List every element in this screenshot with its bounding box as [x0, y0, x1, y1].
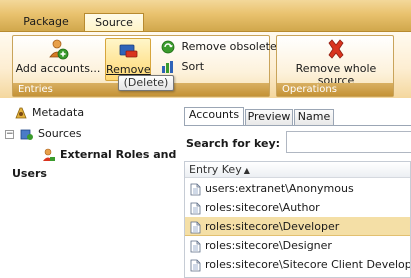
table-row[interactable]: roles:sitecore\Designer [185, 236, 410, 255]
tree-external-label-line1: External Roles and [60, 148, 177, 161]
sources-icon [20, 129, 33, 140]
add-accounts-button[interactable]: Add accounts... [15, 38, 101, 75]
search-label: Search for key: [186, 137, 281, 150]
table-row[interactable]: users:extranet\Anonymous [185, 179, 410, 198]
entry-key-cell: users:extranet\Anonymous [205, 182, 354, 195]
operations-group-caption: Operations [277, 83, 393, 96]
ribbon-panel: Add accounts... Remove Remove obsolete S… [0, 31, 411, 98]
metadata-icon [15, 107, 27, 119]
users-icon [43, 148, 55, 161]
tree-sources-label: Sources [38, 127, 82, 140]
add-user-icon [49, 39, 69, 60]
remove-user-icon [119, 44, 138, 58]
sort-icon [162, 61, 173, 73]
tab-name[interactable]: Name [294, 109, 334, 125]
sort-ascending-icon: ▲ [243, 166, 250, 175]
grid-rows: users:extranet\Anonymous roles:sitecore\A… [185, 179, 411, 274]
table-row[interactable]: roles:sitecore\Developer [185, 217, 410, 236]
remove-whole-source-button[interactable]: Remove whole source [281, 38, 391, 87]
tab-preview[interactable]: Preview [245, 109, 293, 125]
tree-metadata-label: Metadata [32, 106, 85, 119]
remove-tooltip: (Delete) [118, 75, 174, 91]
sources-collapse-toggle[interactable]: − [5, 130, 14, 139]
tree-item-sources[interactable]: Sources [20, 127, 82, 141]
document-icon [190, 259, 201, 271]
red-x-icon [328, 39, 344, 59]
sort-button[interactable]: Sort [161, 59, 204, 75]
document-icon [190, 221, 201, 233]
recycle-icon [161, 40, 175, 54]
table-row[interactable]: roles:sitecore\Author [185, 198, 410, 217]
tree-item-external-roles[interactable]: External Roles and [42, 148, 176, 162]
entry-key-column-header[interactable]: Entry Key ▲ [185, 162, 410, 178]
source-tree: Metadata − Sources External Roles and Us… [0, 103, 176, 278]
entry-key-header-label: Entry Key [189, 163, 242, 176]
search-input[interactable] [286, 131, 411, 153]
document-icon [190, 240, 201, 252]
document-icon [190, 183, 201, 195]
main-panel: Accounts Preview Name Search for key: En… [180, 103, 411, 278]
table-row[interactable]: roles:sitecore\Sitecore Client Developin… [185, 255, 411, 274]
tab-source[interactable]: Source [84, 13, 144, 31]
entries-grid: Entry Key ▲ users:extranet\Anonymous roles… [184, 161, 411, 278]
document-icon [190, 202, 201, 214]
remove-obsolete-label: Remove obsolete [181, 40, 277, 53]
ribbon-tabs: Package Source [0, 13, 411, 31]
tab-accounts[interactable]: Accounts [184, 107, 244, 125]
entry-key-cell: roles:sitecore\Sitecore Client Developin… [205, 258, 411, 271]
tree-external-label-line2: Users [12, 167, 47, 180]
sort-label: Sort [181, 60, 205, 73]
add-accounts-label: Add accounts... [15, 62, 101, 75]
remove-obsolete-button[interactable]: Remove obsolete [161, 39, 277, 55]
tree-item-metadata[interactable]: Metadata [14, 106, 84, 120]
entry-key-cell: roles:sitecore\Designer [205, 239, 332, 252]
entry-key-cell: roles:sitecore\Developer [205, 220, 340, 233]
ribbon: Package Source Add accounts... Remove Re… [0, 0, 411, 98]
operations-group: Remove whole source Operations [276, 35, 394, 97]
tabs-divider [184, 125, 411, 126]
tab-package[interactable]: Package [17, 13, 75, 31]
entry-key-cell: roles:sitecore\Author [205, 201, 320, 214]
